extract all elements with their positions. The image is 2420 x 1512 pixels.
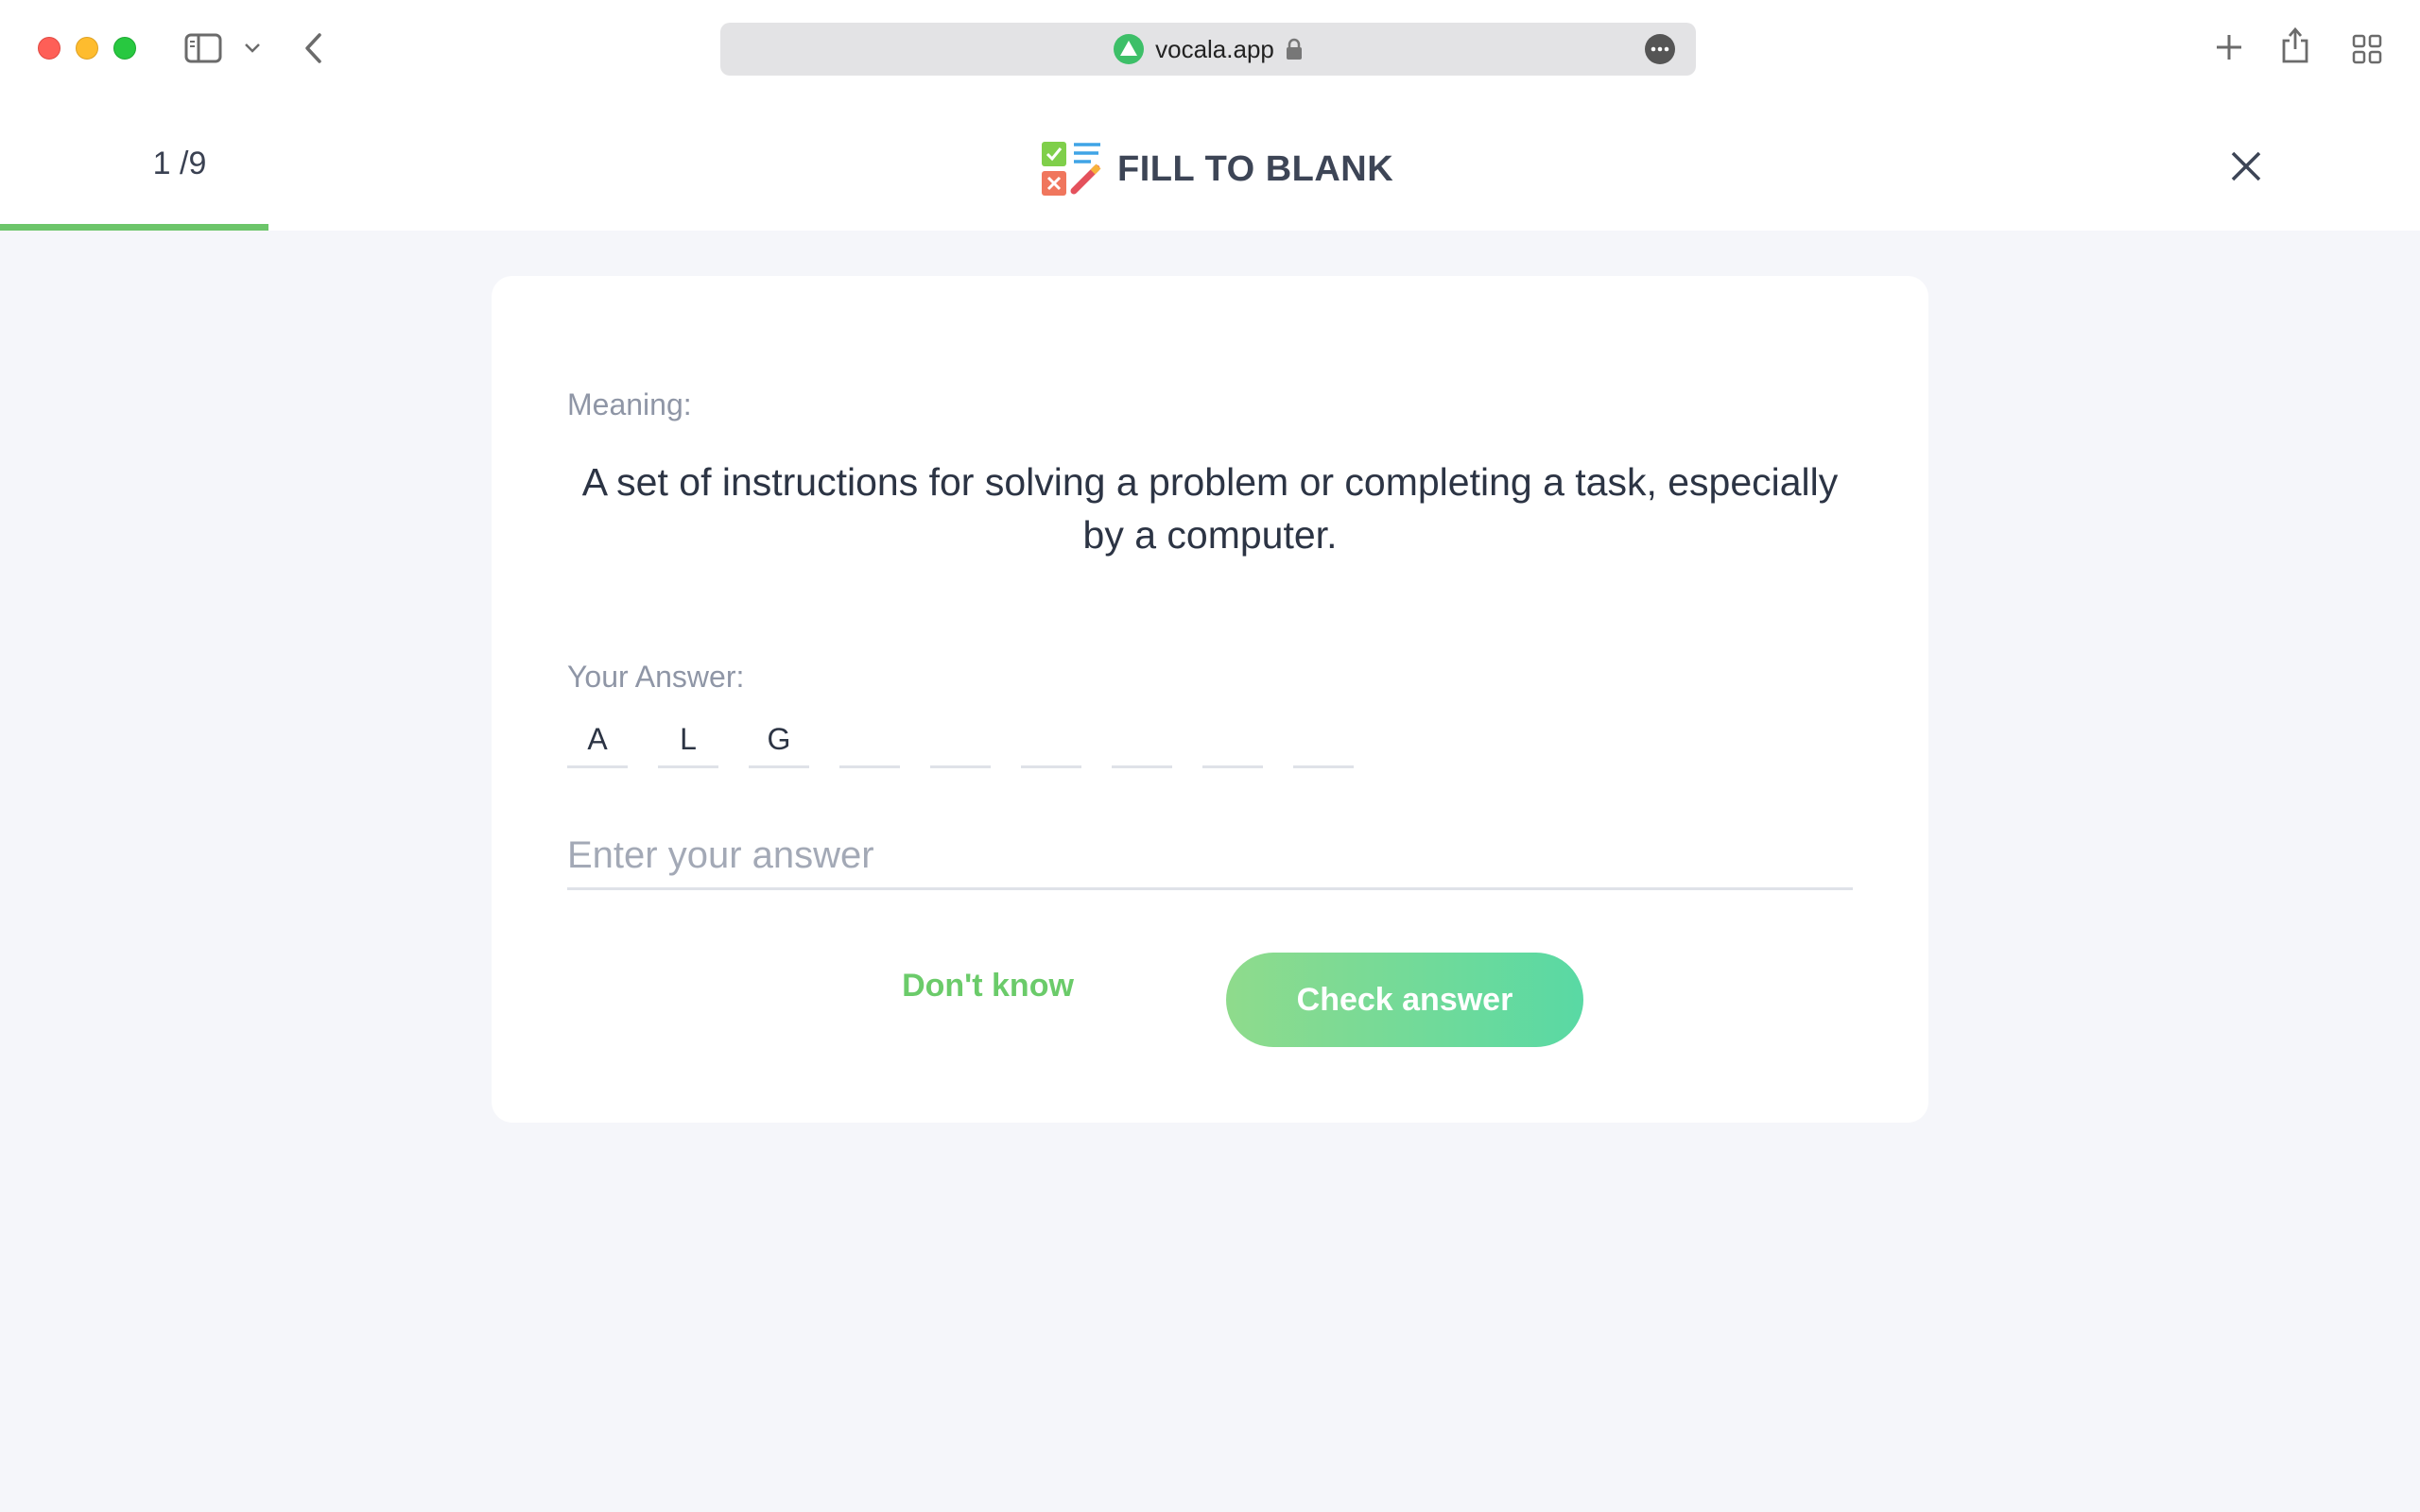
- question-card: Meaning: A set of instructions for solvi…: [492, 276, 1928, 1123]
- address-bar[interactable]: vocala.app: [720, 23, 1696, 76]
- meaning-label: Meaning:: [567, 387, 692, 421]
- progress-bar: [0, 224, 2420, 231]
- chevron-down-icon[interactable]: [242, 38, 263, 59]
- letter-blank: L: [658, 713, 718, 768]
- new-tab-icon[interactable]: [2212, 30, 2246, 64]
- close-window-button[interactable]: [38, 37, 60, 60]
- minimize-window-button[interactable]: [76, 37, 98, 60]
- quiz-header: 1 /9 FILL TO BLANK: [0, 98, 2420, 231]
- tab-overview-icon[interactable]: [2350, 32, 2384, 66]
- site-icon: [1114, 34, 1145, 64]
- back-arrow-icon[interactable]: [301, 30, 325, 66]
- fill-blank-logo-icon: [1040, 140, 1104, 198]
- lock-icon: [1286, 38, 1303, 60]
- answer-input[interactable]: [567, 824, 1853, 890]
- browser-toolbar: vocala.app: [0, 0, 2420, 98]
- letter-blank: [1021, 713, 1081, 768]
- progress-counter: 1 /9: [152, 146, 207, 181]
- page-title-text: FILL TO BLANK: [1117, 148, 1394, 189]
- url-text: vocala.app: [1155, 34, 1274, 63]
- letter-blank: [1112, 713, 1172, 768]
- page-title: FILL TO BLANK: [1040, 136, 1393, 202]
- dont-know-button[interactable]: Don't know: [870, 953, 1106, 1019]
- more-icon[interactable]: [1645, 34, 1675, 64]
- letter-blank: [839, 713, 900, 768]
- letter-blank: A: [567, 713, 628, 768]
- close-button[interactable]: [2225, 146, 2267, 187]
- sidebar-icon[interactable]: [183, 32, 223, 64]
- letter-blank: [930, 713, 991, 768]
- letter-blank: [1293, 713, 1354, 768]
- meaning-text: A set of instructions for solving a prob…: [581, 460, 1839, 557]
- check-answer-button[interactable]: Check answer: [1226, 953, 1583, 1047]
- progress-bar-fill: [0, 224, 269, 231]
- close-icon: [2231, 151, 2261, 181]
- maximize-window-button[interactable]: [113, 37, 136, 60]
- letter-blank: [1202, 713, 1263, 768]
- letter-blank: G: [749, 713, 809, 768]
- share-icon[interactable]: [2278, 25, 2312, 66]
- answer-label: Your Answer:: [567, 660, 745, 694]
- letter-blanks: A L G: [567, 713, 1354, 768]
